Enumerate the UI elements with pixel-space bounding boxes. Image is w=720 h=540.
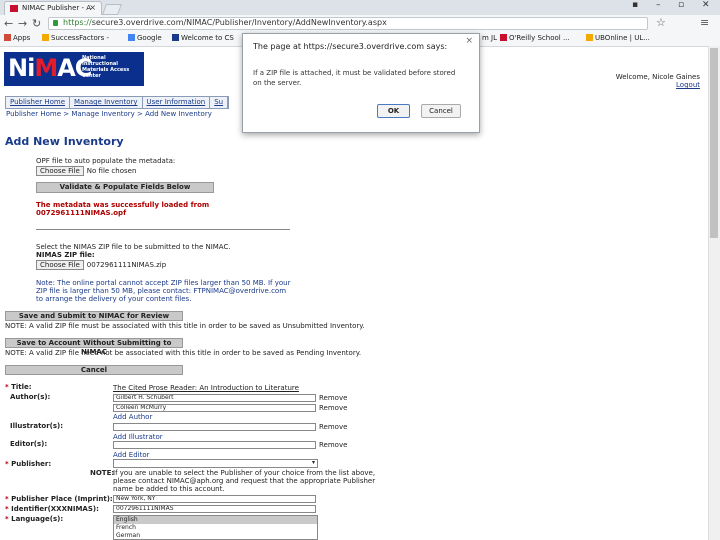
bookmark-google[interactable]: Google (128, 34, 162, 42)
nav-manage-inventory[interactable]: Manage Inventory (70, 97, 143, 108)
publisher-place-input[interactable]: New York, NY (113, 495, 316, 503)
address-bar[interactable]: https://secure3.overdrive.com/NIMAC/Publ… (48, 17, 648, 30)
publisher-label: * Publisher: (5, 460, 52, 468)
reload-icon[interactable]: ↻ (32, 17, 41, 30)
save-account-button[interactable]: Save to Account Without Submitting to NI… (5, 338, 183, 356)
nimac-logo: NiMAC National Instructional Materials A… (4, 52, 144, 86)
zip-note-line3: to arrange the delivery of your content … (36, 295, 192, 303)
bookmark-jl[interactable]: m JL (482, 34, 497, 42)
remove-editor[interactable]: Remove (319, 441, 347, 449)
zip-choose-file-button[interactable]: Choose File (36, 260, 84, 270)
maximize-icon[interactable]: ▫ (678, 0, 684, 10)
bookmark-icon (586, 34, 593, 41)
editors-label: Editor(s): (10, 440, 48, 448)
back-icon[interactable]: ← (4, 17, 13, 30)
close-window-icon[interactable]: ✕ (702, 0, 710, 10)
opf-no-file-text: No file chosen (86, 167, 137, 175)
tab-title: NIMAC Publisher - A (22, 4, 92, 12)
flag-icon (10, 5, 18, 12)
save-submit-note: NOTE: A valid ZIP file must be associate… (5, 322, 365, 330)
bookmark-successfactors[interactable]: SuccessFactors - (42, 34, 109, 42)
google-icon (128, 34, 135, 41)
illustrators-label: Illustrator(s): (10, 422, 64, 430)
remove-author-1[interactable]: Remove (319, 394, 347, 402)
close-icon[interactable]: × (89, 3, 96, 12)
breadcrumb[interactable]: Publisher Home > Manage Inventory > Add … (6, 110, 212, 118)
validate-populate-button[interactable]: Validate & Populate Fields Below (36, 182, 214, 193)
dialog-message: If a ZIP file is attached, it must be va… (253, 69, 456, 87)
bookmark-icon (42, 34, 49, 41)
forward-icon[interactable]: → (18, 17, 27, 30)
save-account-note: NOTE: A valid ZIP file need not be assoc… (5, 349, 362, 357)
language-option[interactable]: English (114, 516, 317, 524)
publisher-place-label: * Publisher Place (Imprint): (5, 495, 113, 503)
bookmark-oreilly[interactable]: O'Reilly School ... (500, 34, 570, 42)
remove-author-2[interactable]: Remove (319, 404, 347, 412)
add-illustrator-link[interactable]: Add Illustrator (113, 433, 163, 441)
cancel-button[interactable]: Cancel (5, 365, 183, 375)
logo-subtitle: National Instructional Materials Access … (82, 55, 130, 79)
opf-label: OPF file to auto populate the metadata: (36, 157, 176, 165)
bookmark-welcome[interactable]: Welcome to CS (172, 34, 234, 42)
bookmark-ubonline[interactable]: UBOnline | UL... (586, 34, 650, 42)
zip-file-label: NIMAS ZIP file: (36, 251, 95, 259)
add-author-link[interactable]: Add Author (113, 413, 152, 421)
nav-user-information[interactable]: User Information (142, 97, 211, 108)
language-label: * Language(s): (5, 515, 64, 523)
language-option[interactable]: German (114, 532, 317, 540)
dialog-cancel-button[interactable]: Cancel (421, 104, 461, 118)
bookmark-icon (172, 34, 179, 41)
add-editor-link[interactable]: Add Editor (113, 451, 150, 459)
zip-filename: 0072961111NIMAS.zip (86, 261, 167, 269)
editor-input[interactable] (113, 441, 316, 449)
zip-note-line1: Note: The online portal cannot accept ZI… (36, 279, 291, 287)
star-icon[interactable]: ☆ (656, 16, 666, 29)
identifier-label: * Identifier(XXXNIMAS): (5, 505, 99, 513)
url-text: https://secure3.overdrive.com/NIMAC/Publ… (63, 18, 387, 27)
page-title: Add New Inventory (5, 135, 124, 148)
title-value[interactable]: The Cited Prose Reader: An Introduction … (113, 384, 299, 392)
lock-icon (53, 20, 58, 26)
user-icon[interactable]: ▪ (632, 0, 638, 10)
save-submit-button[interactable]: Save and Submit to NIMAC for Review (5, 311, 183, 321)
publisher-note-line3: name be added to this account. (113, 485, 225, 493)
main-nav: Publisher Home Manage Inventory User Inf… (5, 96, 230, 109)
oreilly-icon (500, 34, 507, 41)
select-zip-text: Select the NIMAS ZIP file to be submitte… (36, 243, 231, 251)
bookmark-apps[interactable]: Apps (4, 34, 30, 42)
opf-choose-file-button[interactable]: Choose File (36, 166, 84, 176)
welcome-text: Welcome, Nicole Gaines (615, 73, 700, 81)
language-option[interactable]: French (114, 524, 317, 532)
publisher-select[interactable]: ▾ (113, 459, 318, 468)
dialog-ok-button[interactable]: OK (377, 104, 410, 118)
title-field-label: * Title: (5, 383, 32, 391)
chevron-down-icon: ▾ (311, 459, 315, 466)
identifier-input[interactable]: 0072961111NIMAS (113, 505, 316, 513)
authors-label: Author(s): (10, 393, 51, 401)
browser-tab[interactable]: NIMAC Publisher - A × (4, 1, 102, 15)
logout-link[interactable]: Logout (676, 81, 700, 89)
menu-icon[interactable]: ≡ (700, 16, 709, 29)
dialog-title: The page at https://secure3.overdrive.co… (253, 42, 448, 51)
success-filename: 0072961111NIMAS.opf (36, 209, 127, 217)
success-message: The metadata was successfully loaded fro… (36, 201, 210, 209)
apps-icon (4, 34, 11, 41)
publisher-note-line1: If you are unable to select the Publishe… (113, 469, 376, 477)
scrollbar-thumb[interactable] (710, 48, 718, 238)
illustrator-input[interactable] (113, 423, 316, 431)
zip-note-line2[interactable]: ZIP file is larger than 50 MB, please co… (36, 287, 286, 295)
nav-publisher-home[interactable]: Publisher Home (6, 97, 71, 108)
alert-dialog: The page at https://secure3.overdrive.co… (242, 33, 480, 133)
publisher-note-line2: please contact NIMAC@aph.org and request… (113, 477, 376, 485)
author-input-1[interactable]: Gilbert H. Schubert (113, 394, 316, 402)
language-listbox[interactable]: English French German (113, 515, 318, 540)
nav-more[interactable]: Su (210, 97, 229, 108)
dialog-close-icon[interactable]: × (465, 36, 473, 46)
divider (36, 229, 290, 230)
publisher-note-label: NOTE: (90, 469, 115, 477)
remove-illustrator[interactable]: Remove (319, 423, 347, 431)
minimize-icon[interactable]: – (656, 0, 661, 10)
author-input-2[interactable]: Colleen McMurry (113, 404, 316, 412)
